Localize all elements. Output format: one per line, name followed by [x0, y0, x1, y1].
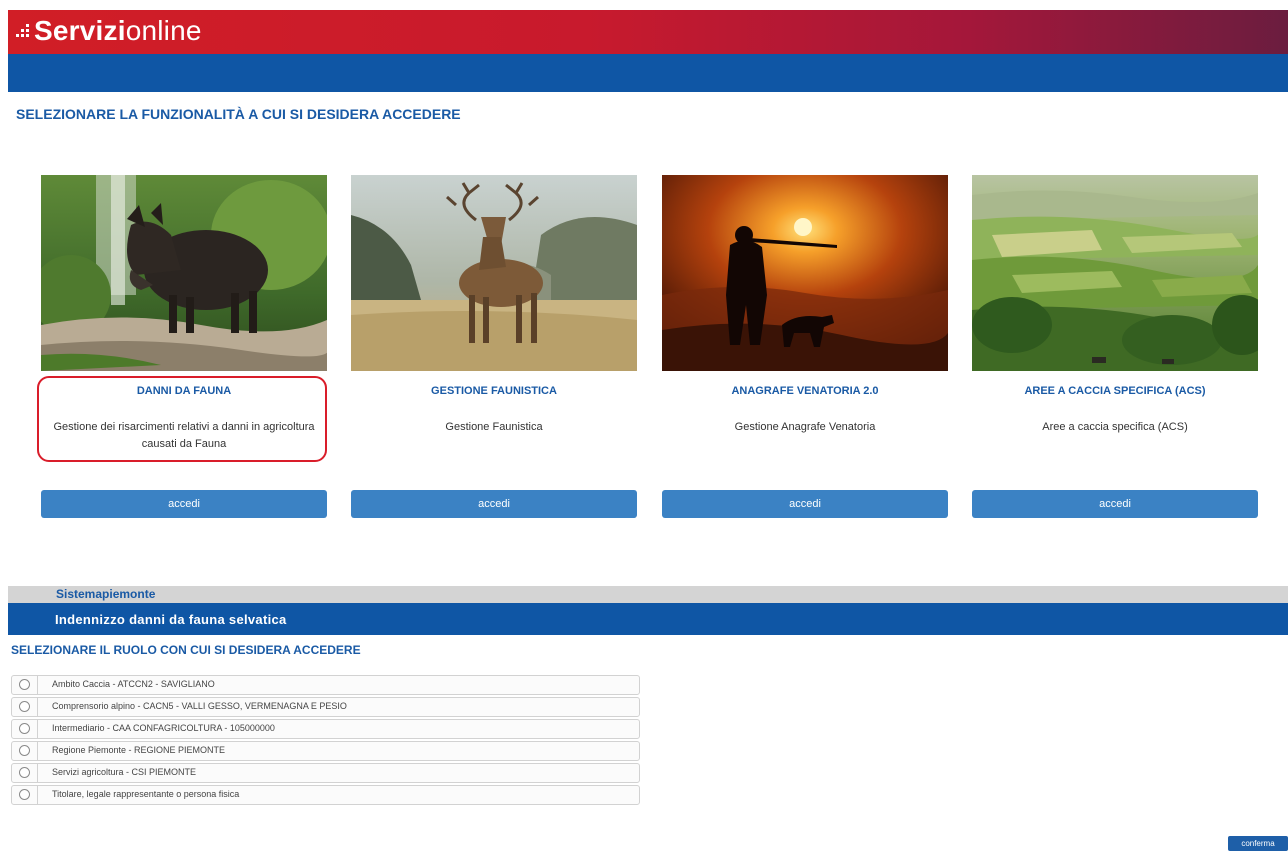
role-label: Ambito Caccia - ATCCN2 - SAVIGLIANO — [52, 679, 215, 689]
accedi-button-gestione-faunistica[interactable]: accedi — [351, 490, 637, 518]
sistemapiemonte-bar: Sistemapiemonte — [8, 586, 1288, 603]
role-label: Regione Piemonte - REGIONE PIEMONTE — [52, 745, 226, 755]
hunter-sunset-photo — [662, 175, 948, 371]
radio-icon[interactable] — [19, 723, 30, 734]
card-description: Gestione dei risarcimenti relativi a dan… — [53, 421, 315, 450]
role-option-intermediario[interactable]: Intermediario - CAA CONFAGRICOLTURA - 10… — [11, 719, 640, 739]
card-title: ANAGRAFE VENATORIA 2.0 — [731, 385, 879, 397]
card-aree-caccia-specifica: AREE A CACCIA SPECIFICA (ACS) Aree a cac… — [972, 175, 1258, 518]
service-title: Indennizzo danni da fauna selvatica — [55, 612, 287, 627]
deer-photo — [351, 175, 637, 371]
card-anagrafe-venatoria: ANAGRAFE VENATORIA 2.0 Gestione Anagrafe… — [662, 175, 948, 518]
card-title: DANNI DA FAUNA — [136, 385, 232, 397]
radio-icon[interactable] — [19, 745, 30, 756]
accedi-button-anagrafe-venatoria[interactable]: accedi — [662, 490, 948, 518]
card-description: Aree a caccia specifica (ACS) — [1042, 421, 1188, 433]
radio-icon[interactable] — [19, 701, 30, 712]
role-list: Ambito Caccia - ATCCN2 - SAVIGLIANO Comp… — [11, 675, 640, 807]
nav-bar — [8, 54, 1288, 92]
wild-boar-photo — [41, 175, 327, 371]
card-danni-da-fauna: DANNI DA FAUNA Gestione dei risarcimenti… — [37, 175, 327, 518]
accedi-button-danni-da-fauna[interactable]: accedi — [41, 490, 327, 518]
sistemapiemonte-link[interactable]: Sistemapiemonte — [56, 587, 155, 601]
role-label: Servizi agricoltura - CSI PIEMONTE — [52, 767, 197, 777]
accedi-button-aree-caccia-specifica[interactable]: accedi — [972, 490, 1258, 518]
countryside-photo — [972, 175, 1258, 371]
card-gestione-faunistica: GESTIONE FAUNISTICA Gestione Faunistica … — [351, 175, 637, 518]
card-title: AREE A CACCIA SPECIFICA (ACS) — [1024, 385, 1206, 397]
role-option-comprensorio-alpino[interactable]: Comprensorio alpino - CACN5 - VALLI GESS… — [11, 697, 640, 717]
card-title: GESTIONE FAUNISTICA — [431, 385, 557, 397]
service-header: Indennizzo danni da fauna selvatica — [8, 603, 1288, 635]
role-option-titolare[interactable]: Titolare, legale rappresentante o person… — [11, 785, 640, 805]
radio-icon[interactable] — [19, 679, 30, 690]
role-label: Intermediario - CAA CONFAGRICOLTURA - 10… — [52, 723, 275, 733]
brand-dots-icon — [16, 20, 32, 42]
brand-logo[interactable]: Servizionline — [34, 15, 202, 47]
role-section-title: SELEZIONARE IL RUOLO CON CUI SI DESIDERA… — [11, 643, 361, 657]
confirm-button[interactable]: conferma — [1228, 836, 1288, 851]
radio-icon[interactable] — [19, 789, 30, 800]
brand-header: Servizionline — [8, 10, 1288, 54]
radio-icon[interactable] — [19, 767, 30, 778]
role-option-regione-piemonte[interactable]: Regione Piemonte - REGIONE PIEMONTE — [11, 741, 640, 761]
role-label: Comprensorio alpino - CACN5 - VALLI GESS… — [52, 701, 347, 711]
role-label: Titolare, legale rappresentante o person… — [52, 789, 240, 799]
functionality-panel: Servizionline SELEZIONARE LA FUNZIONALIT… — [8, 10, 1288, 540]
role-option-servizi-agricoltura[interactable]: Servizi agricoltura - CSI PIEMONTE — [11, 763, 640, 783]
role-option-ambito-caccia[interactable]: Ambito Caccia - ATCCN2 - SAVIGLIANO — [11, 675, 640, 695]
card-description: Gestione Faunistica — [445, 421, 543, 433]
card-description: Gestione Anagrafe Venatoria — [734, 421, 876, 433]
page-title: SELEZIONARE LA FUNZIONALITÀ A CUI SI DES… — [16, 106, 461, 122]
